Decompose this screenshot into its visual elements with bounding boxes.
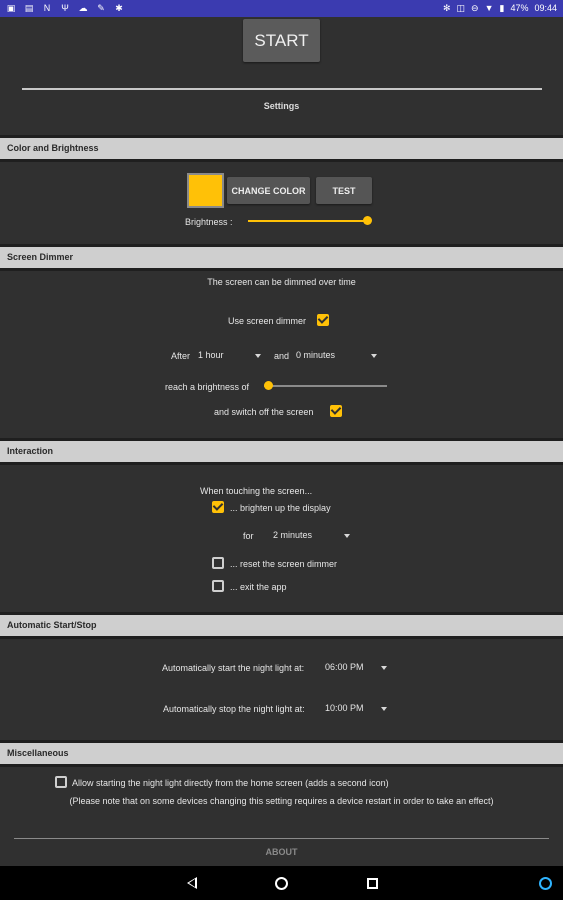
section-header-interaction: Interaction <box>0 441 563 462</box>
chevron-down-icon <box>381 666 387 670</box>
section-header-misc: Miscellaneous <box>0 743 563 764</box>
after-label: After <box>171 351 191 361</box>
brightness-slider-thumb[interactable] <box>363 216 372 225</box>
switch-off-checkbox[interactable] <box>330 405 342 417</box>
for-label: for <box>243 531 254 541</box>
bluetooth-icon: ✻ <box>442 3 451 13</box>
use-dimmer-label: Use screen dimmer <box>228 316 307 326</box>
exit-app-label: ... exit the app <box>230 582 287 592</box>
cloud-icon: ☁ <box>78 3 88 13</box>
and-dropdown-value: 0 minutes <box>296 350 336 360</box>
image-icon: ▣ <box>6 3 16 13</box>
change-color-button[interactable]: CHANGE COLOR <box>227 177 310 204</box>
brightness-label: Brightness : <box>185 217 233 227</box>
divider <box>0 462 563 465</box>
home-screen-shortcut-label: Allow starting the night light directly … <box>72 778 389 788</box>
section-header-dimmer: Screen Dimmer <box>0 247 563 268</box>
exit-app-checkbox[interactable] <box>212 580 224 592</box>
auto-start-dropdown[interactable]: 06:00 PM <box>325 661 391 675</box>
section-header-auto: Automatic Start/Stop <box>0 615 563 636</box>
divider <box>0 268 563 271</box>
auto-stop-value: 10:00 PM <box>325 703 364 713</box>
divider <box>22 88 542 90</box>
reach-brightness-label: reach a brightness of <box>165 382 250 392</box>
battery-icon: ▮ <box>499 3 505 13</box>
when-touching-label: When touching the screen... <box>200 486 313 496</box>
about-link[interactable]: ABOUT <box>0 847 563 857</box>
divider <box>14 838 549 839</box>
brighten-checkbox[interactable] <box>212 501 224 513</box>
recent-apps-icon[interactable] <box>367 878 378 889</box>
battery-percent: 47% <box>510 3 529 13</box>
auto-start-value: 06:00 PM <box>325 662 364 672</box>
divider <box>0 159 563 162</box>
reset-dimmer-label: ... reset the screen dimmer <box>230 559 338 569</box>
vibrate-icon: ◫ <box>456 3 466 13</box>
navigation-bar <box>0 866 563 900</box>
wrench-icon: ✎ <box>97 3 105 13</box>
test-button[interactable]: TEST <box>316 177 372 204</box>
gear-icon: ✱ <box>115 3 123 13</box>
home-icon[interactable] <box>275 877 288 890</box>
chevron-down-icon <box>255 354 261 358</box>
reach-slider-track <box>264 385 387 387</box>
photo-icon: ▤ <box>24 3 34 13</box>
use-dimmer-checkbox[interactable] <box>317 314 329 326</box>
usb-icon: Ψ <box>61 3 69 13</box>
for-dropdown-value: 2 minutes <box>273 530 313 540</box>
home-screen-shortcut-checkbox[interactable] <box>55 776 67 788</box>
minus-icon: ⊖ <box>471 3 479 13</box>
reach-brightness-slider[interactable] <box>264 379 388 393</box>
for-dropdown[interactable]: 2 minutes <box>273 529 351 543</box>
after-dropdown-value: 1 hour <box>198 350 224 360</box>
reset-dimmer-checkbox[interactable] <box>212 557 224 569</box>
dimmer-description: The screen can be dimmed over time <box>207 277 356 287</box>
auto-stop-label: Automatically stop the night light at: <box>163 704 305 714</box>
brightness-slider-track <box>248 220 368 222</box>
brighten-label: ... brighten up the display <box>230 503 331 513</box>
chevron-down-icon <box>344 534 350 538</box>
color-swatch[interactable] <box>187 173 224 208</box>
settings-title: Settings <box>263 101 300 111</box>
back-icon[interactable] <box>187 877 197 889</box>
and-label: and <box>274 351 290 361</box>
reach-slider-thumb[interactable] <box>264 381 273 390</box>
divider <box>0 636 563 639</box>
chevron-down-icon <box>381 707 387 711</box>
auto-stop-dropdown[interactable]: 10:00 PM <box>325 702 391 716</box>
after-dropdown[interactable]: 1 hour <box>198 349 262 363</box>
switch-off-label: and switch off the screen <box>214 407 314 417</box>
auto-start-label: Automatically start the night light at: <box>162 663 305 673</box>
wifi-icon: ▼ <box>484 3 494 13</box>
chevron-down-icon <box>371 354 377 358</box>
status-bar-system: ✻ ◫ ⊖ ▼ ▮ 47% 09:44 <box>443 3 557 14</box>
clock: 09:44 <box>534 3 557 13</box>
section-header-color: Color and Brightness <box>0 138 563 159</box>
restart-note: (Please note that on some devices changi… <box>69 796 494 806</box>
n-icon: N <box>43 3 51 13</box>
brightness-slider[interactable] <box>248 214 372 228</box>
status-bar: ▣ ▤ N Ψ ☁ ✎ ✱ ✻ ◫ ⊖ ▼ ▮ 47% 09:44 <box>0 0 563 17</box>
alexa-icon[interactable] <box>539 877 552 890</box>
status-bar-notifications: ▣ ▤ N Ψ ☁ ✎ ✱ <box>6 3 124 13</box>
start-button[interactable]: START <box>243 19 320 62</box>
divider <box>0 764 563 767</box>
and-dropdown[interactable]: 0 minutes <box>296 349 378 363</box>
